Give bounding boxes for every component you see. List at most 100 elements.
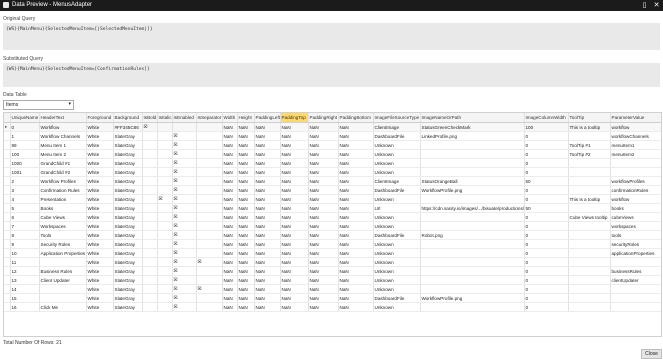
table-row[interactable]: 3 Confirmation Rules White SlateGray ☒ NaN NaN…	[4, 185, 661, 195]
table-cell: NaN	[308, 140, 339, 150]
minimize-button[interactable]: ▯	[640, 1, 649, 10]
table-cell	[196, 293, 223, 303]
column-header[interactable]: PaddingRight	[308, 113, 339, 123]
table-cell: SlateGray	[113, 158, 143, 168]
table-cell	[157, 248, 173, 258]
table-row[interactable]: 7 Workspaces White SlateGray ☒ NaN NaN NaN NaN Na…	[4, 221, 661, 231]
table-cell	[568, 302, 611, 312]
table-cell: Workspaces	[39, 221, 87, 231]
original-query-box[interactable]: {WS}{MainMenu}{SelectedMenuItem=[|Select…	[3, 23, 660, 50]
table-cell	[196, 248, 223, 258]
table-cell: DashboardFile	[373, 293, 421, 303]
close-button[interactable]: Close	[641, 349, 662, 359]
column-header[interactable]: UniqueName	[10, 113, 40, 123]
table-row[interactable]: 100 Menu Item 2 White SlateGray ☒ NaN NaN NaN Na…	[4, 149, 661, 159]
table-cell: SlateGray	[113, 230, 143, 240]
table-cell: workspaces	[610, 221, 661, 231]
data-grid[interactable]: UniqueName HeaderText Foreground Background…	[3, 112, 662, 337]
table-cell: 1	[10, 131, 40, 141]
table-cell: White	[86, 284, 114, 294]
table-row[interactable]: 4 Presentation White SlateGray ☒ ☒ NaN NaN NaN Na…	[4, 194, 661, 204]
table-cell: NaN	[237, 131, 255, 141]
table-cell: White	[86, 203, 114, 213]
table-cell	[610, 293, 661, 303]
column-header[interactable]: Height	[237, 113, 255, 123]
column-header[interactable]: HeaderText	[39, 113, 87, 123]
table-row[interactable]: 9 Security Roles White SlateGray ☒ NaN NaN NaN N…	[4, 239, 661, 249]
table-cell: Security Roles	[39, 239, 87, 249]
substituted-query-box[interactable]: {WS}{MainMenu}{SelectedMenuItem=[Confirm…	[3, 63, 660, 87]
column-header[interactable]: IsItalic	[157, 113, 173, 123]
table-row[interactable]: 10 Application Properties White SlateGray ☒ N…	[4, 248, 661, 258]
table-cell	[157, 266, 173, 276]
table-row[interactable]: 2 Workflow Profiles White SlateGray ☒ NaN NaN N…	[4, 176, 661, 186]
table-cell	[420, 221, 525, 231]
table-cell: SlateGray	[113, 257, 143, 267]
table-cell: NaN	[222, 257, 238, 267]
column-header[interactable]: IsSeparator	[196, 113, 223, 123]
table-cell	[142, 239, 158, 249]
table-cell: ☒	[172, 176, 197, 186]
table-cell: NaN	[338, 140, 374, 150]
table-cell: NaN	[237, 212, 255, 222]
original-query-text: {WS}{MainMenu}{SelectedMenuItem=[|Select…	[6, 27, 153, 32]
table-cell: Unknown	[373, 284, 421, 294]
table-cell: 0	[524, 239, 569, 249]
table-cell: 99	[10, 140, 40, 150]
table-row[interactable]: 1000 GrandChild #1 White SlateGray ☒ NaN NaN Na…	[4, 158, 661, 168]
table-row[interactable]: 14 White SlateGray ☒ ☒ NaN NaN NaN NaN NaN NaN Unkn…	[4, 284, 661, 294]
column-header[interactable]: ImageNameOrPath	[420, 113, 525, 123]
table-cell: NaN	[237, 257, 255, 267]
table-cell: https://cdn.sanity.io/images/.../bisuate…	[420, 203, 525, 213]
table-row[interactable]: 11 White SlateGray ☒ ☒ NaN NaN NaN NaN NaN NaN Unkn…	[4, 257, 661, 267]
column-header[interactable]: IsEnabled	[172, 113, 197, 123]
table-row[interactable]: 15 White SlateGray ☒ NaN NaN NaN NaN NaN NaN Dashb…	[4, 293, 661, 303]
table-cell: Cube Views	[39, 212, 87, 222]
table-cell	[142, 194, 158, 204]
table-cell: Presentation	[39, 194, 87, 204]
table-cell: NaN	[338, 122, 374, 132]
table-cell	[142, 266, 158, 276]
table-cell: NaN	[308, 167, 339, 177]
table-row[interactable]: 16 Click Me White SlateGray ☒ NaN NaN NaN NaN NaN…	[4, 302, 661, 312]
table-cell	[142, 185, 158, 195]
table-row[interactable]: 6 Cube Views White SlateGray ☒ NaN NaN NaN NaN Na…	[4, 212, 661, 222]
column-header[interactable]: ImageColumnWidth	[524, 113, 569, 123]
table-cell: White	[86, 122, 114, 132]
table-row[interactable]: 1 Workflow Channels White SlateGray ☒ NaN NaN N…	[4, 131, 661, 141]
chevron-down-icon: ▾	[68, 101, 71, 107]
data-table-select[interactable]: Items ▾	[3, 100, 74, 110]
table-cell: NaN	[308, 194, 339, 204]
table-cell	[196, 176, 223, 186]
column-header[interactable]: ToolTip	[568, 113, 611, 123]
window-close-button[interactable]: ✕	[652, 1, 661, 10]
table-cell: NaN	[280, 212, 309, 222]
table-cell: NaN	[254, 185, 281, 195]
table-cell	[420, 302, 525, 312]
column-header[interactable]: ParameterValue	[610, 113, 661, 123]
table-row[interactable]: 12 Business Rules White SlateGray ☒ NaN NaN NaN…	[4, 266, 661, 276]
column-header[interactable]: ImageFileSourceType	[373, 113, 421, 123]
table-cell: NaN	[237, 248, 255, 258]
column-header[interactable]: Background	[113, 113, 143, 123]
column-header[interactable]: PaddingLeft	[254, 113, 281, 123]
table-cell	[142, 221, 158, 231]
column-header[interactable]: IsBold	[142, 113, 158, 123]
table-cell: NaN	[338, 176, 374, 186]
table-cell: WorkflowProfile.png	[420, 185, 525, 195]
table-row[interactable]: 1001 GrandChild #2 White SlateGray ☒ NaN NaN Na…	[4, 167, 661, 177]
table-row[interactable]: 99 Menu Item 1 White SlateGray ☒ NaN NaN NaN NaN…	[4, 140, 661, 150]
table-row[interactable]: 8 Tools White SlateGray ☒ NaN NaN NaN NaN NaN NaN D…	[4, 230, 661, 240]
table-cell: 50	[524, 203, 569, 213]
column-header[interactable]: PaddingBottom	[338, 113, 374, 123]
table-cell: 50	[524, 176, 569, 186]
table-cell: SlateGray	[113, 212, 143, 222]
column-header[interactable]: PaddingTop	[280, 113, 309, 123]
table-row[interactable]: ▸ 0 Workflow White #FF345C86 ☒ NaN NaN NaN NaN NaN…	[4, 122, 661, 132]
table-cell: workflow	[610, 194, 661, 204]
table-cell: ☒	[172, 275, 197, 285]
column-header[interactable]: Width	[222, 113, 238, 123]
table-row[interactable]: 13 Client Updater White SlateGray ☒ NaN NaN NaN…	[4, 275, 661, 285]
table-row[interactable]: 5 Books White SlateGray ☒ NaN NaN NaN NaN NaN NaN U…	[4, 203, 661, 213]
column-header[interactable]: Foreground	[86, 113, 114, 123]
